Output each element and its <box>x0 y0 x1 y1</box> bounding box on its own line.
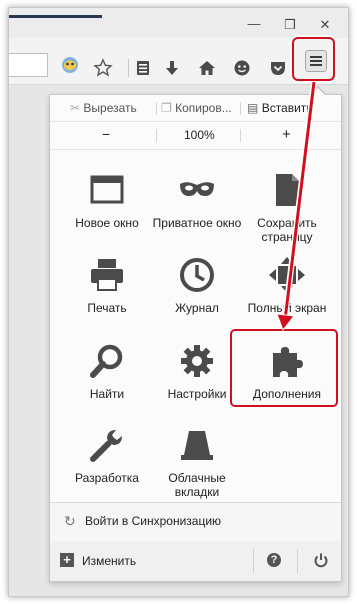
close-window-button[interactable]: ✕ <box>316 18 334 32</box>
zoom-reset-button[interactable]: 100% <box>184 128 215 142</box>
chat-icon[interactable] <box>232 58 252 78</box>
url-bar[interactable] <box>9 53 48 77</box>
edit-controls-row: ✂ Вырезать ❐ Копиров... ▤ Вставить <box>50 95 341 122</box>
developer-label: Разработка <box>75 471 139 485</box>
new-window-icon <box>87 170 127 210</box>
power-icon <box>314 553 328 568</box>
customize-plus-icon: + <box>60 553 74 567</box>
customize-label: Изменить <box>82 554 137 568</box>
cloud-tabs-icon <box>177 425 217 465</box>
cloud-tabs-label: Облачные вкладки <box>168 471 226 499</box>
hamburger-menu-button[interactable] <box>305 50 327 72</box>
paste-button[interactable]: ▤ Вставить <box>247 101 313 115</box>
cut-button[interactable]: ✂ Вырезать <box>70 101 137 115</box>
copy-label: Копиров... <box>175 101 232 115</box>
sync-icon: ↻ <box>64 513 76 529</box>
edit-separator <box>156 102 157 115</box>
menu-footer: + Изменить ? <box>50 541 341 581</box>
save-page-icon <box>267 170 307 210</box>
minimize-button[interactable]: — <box>245 17 263 31</box>
cut-icon: ✂ <box>70 101 81 115</box>
find-label: Найти <box>89 387 125 401</box>
downloads-icon[interactable] <box>162 58 182 78</box>
hamburger-menu-icon <box>310 56 322 58</box>
customize-button[interactable]: + Изменить <box>60 553 180 569</box>
zoom-controls-row: − 100% + <box>50 122 341 150</box>
addons-highlight-frame <box>230 329 338 407</box>
fullscreen-label: Полный экран <box>247 301 327 315</box>
zoom-out-button[interactable]: − <box>102 126 110 142</box>
print-icon <box>87 255 127 295</box>
panel-arrow-inner <box>310 88 326 96</box>
copy-button[interactable]: ❐ Копиров... <box>161 101 232 115</box>
restore-button[interactable]: ❐ <box>281 18 299 32</box>
footer-separator <box>253 549 254 573</box>
private-mask-icon <box>177 170 217 210</box>
bookmarks-library-icon[interactable] <box>133 58 153 78</box>
zoom-separator <box>240 129 241 142</box>
addon-badge-icon[interactable] <box>60 55 80 75</box>
history-clock-icon <box>177 255 217 295</box>
history-label: Журнал <box>175 301 219 315</box>
quit-button[interactable] <box>313 552 329 568</box>
home-icon[interactable] <box>197 58 217 78</box>
help-button[interactable]: ? <box>267 553 281 567</box>
sync-row[interactable]: ↻ Войти в Синхронизацию <box>50 502 341 542</box>
paste-label: Вставить <box>261 101 313 115</box>
hamburger-bar <box>310 64 322 66</box>
find-magnifier-icon <box>87 341 127 381</box>
toolbar-separator <box>128 59 129 77</box>
sync-label: Войти в Синхронизацию <box>85 514 222 528</box>
save-page-label: Сохранить страницу <box>257 216 317 244</box>
developer-wrench-icon <box>87 425 127 465</box>
browser-window: — ❐ ✕ ✂ Вырезать ❐ Копиров... ▤ Вставить… <box>8 7 349 597</box>
active-tab-indicator[interactable] <box>9 15 102 18</box>
print-label: Печать <box>87 301 127 315</box>
pocket-icon[interactable] <box>268 58 288 78</box>
title-bar: — ❐ ✕ <box>9 8 348 38</box>
zoom-in-button[interactable]: + <box>282 126 291 143</box>
hamburger-bar <box>310 60 322 62</box>
copy-icon: ❐ <box>161 101 172 115</box>
settings-gear-icon <box>177 341 217 381</box>
new-window-label: Новое окно <box>75 216 139 230</box>
paste-icon: ▤ <box>247 101 259 115</box>
help-icon: ? <box>270 554 278 566</box>
fullscreen-icon <box>267 255 307 295</box>
bookmark-star-icon[interactable] <box>93 58 113 78</box>
edit-separator <box>240 102 241 115</box>
private-window-label: Приватное окно <box>152 216 242 230</box>
footer-separator <box>297 549 298 573</box>
cut-label: Вырезать <box>83 101 137 115</box>
zoom-separator <box>156 129 157 142</box>
